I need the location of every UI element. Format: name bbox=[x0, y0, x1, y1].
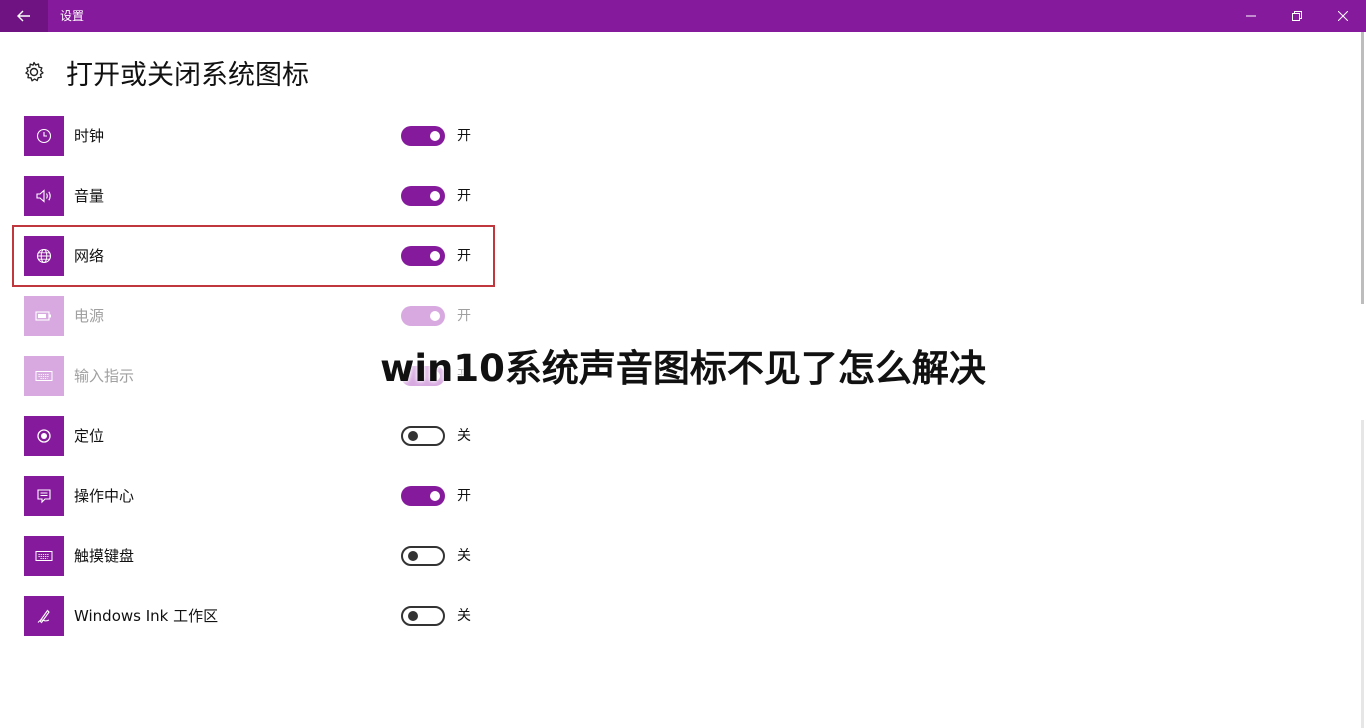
toggle-state-text: 开 bbox=[457, 128, 471, 144]
restore-icon bbox=[1292, 11, 1302, 21]
volume-icon bbox=[36, 189, 51, 203]
highlight-box bbox=[12, 225, 495, 287]
touch-keyboard-toggle[interactable] bbox=[401, 546, 445, 566]
action-center-toggle[interactable] bbox=[401, 486, 445, 506]
close-icon bbox=[1338, 11, 1348, 21]
toggle-knob bbox=[430, 311, 440, 321]
toggle-state-text: 开 bbox=[457, 488, 471, 504]
toggle-state-text: 关 bbox=[457, 548, 471, 564]
windows-ink-toggle[interactable] bbox=[401, 606, 445, 626]
page-title: 打开或关闭系统图标 bbox=[66, 59, 309, 91]
minimize-icon bbox=[1246, 15, 1256, 17]
location-toggle[interactable] bbox=[401, 426, 445, 446]
title-bar: 设置 bbox=[0, 0, 1366, 32]
setting-row-windows-ink: Windows Ink 工作区 关 bbox=[24, 596, 484, 636]
power-tile bbox=[24, 296, 64, 336]
setting-row-clock: 时钟 开 bbox=[24, 116, 484, 156]
close-button[interactable] bbox=[1320, 0, 1366, 32]
clock-icon bbox=[36, 128, 52, 144]
setting-row-touch-keyboard: 触摸键盘 关 bbox=[24, 536, 484, 576]
setting-row-power: 电源 开 bbox=[24, 296, 484, 336]
toggle-knob bbox=[408, 551, 418, 561]
clock-tile bbox=[24, 116, 64, 156]
toggle-state-text: 开 bbox=[457, 308, 471, 324]
location-icon bbox=[37, 429, 51, 443]
back-button[interactable] bbox=[0, 0, 48, 32]
windows-ink-tile bbox=[24, 596, 64, 636]
action-center-icon bbox=[37, 489, 51, 504]
window-title: 设置 bbox=[60, 9, 85, 23]
toggle-state-text: 开 bbox=[457, 188, 471, 204]
toggle-knob bbox=[430, 131, 440, 141]
overlay-caption: win10系统声音图标不见了怎么解决 bbox=[380, 347, 986, 390]
toggle-state-text: 关 bbox=[457, 608, 471, 624]
row-label: 时钟 bbox=[74, 127, 105, 145]
toggle-knob bbox=[408, 611, 418, 621]
battery-icon bbox=[35, 311, 51, 321]
clock-toggle[interactable] bbox=[401, 126, 445, 146]
touch-keyboard-tile bbox=[24, 536, 64, 576]
page-header: 打开或关闭系统图标 bbox=[22, 52, 309, 92]
toggle-knob bbox=[408, 431, 418, 441]
volume-toggle[interactable] bbox=[401, 186, 445, 206]
row-label: Windows Ink 工作区 bbox=[74, 607, 219, 625]
row-label: 定位 bbox=[74, 427, 105, 445]
row-label: 电源 bbox=[74, 307, 105, 325]
pen-icon bbox=[37, 609, 50, 624]
toggle-knob bbox=[430, 191, 440, 201]
row-label: 操作中心 bbox=[74, 487, 135, 505]
minimize-button[interactable] bbox=[1228, 0, 1274, 32]
gear-icon bbox=[25, 61, 44, 82]
scrollbar-track[interactable] bbox=[1361, 420, 1364, 728]
power-toggle[interactable] bbox=[401, 306, 445, 326]
setting-row-volume: 音量 开 bbox=[24, 176, 484, 216]
volume-tile bbox=[24, 176, 64, 216]
setting-row-action-center: 操作中心 开 bbox=[24, 476, 484, 516]
touch-keyboard-icon bbox=[35, 551, 53, 561]
back-arrow-icon bbox=[17, 10, 30, 22]
toggle-state-text: 关 bbox=[457, 428, 471, 444]
toggle-knob bbox=[430, 491, 440, 501]
location-tile bbox=[24, 416, 64, 456]
row-label: 音量 bbox=[74, 187, 105, 205]
setting-row-location: 定位 关 bbox=[24, 416, 484, 456]
scrollbar-thumb[interactable] bbox=[1361, 32, 1364, 304]
row-label: 触摸键盘 bbox=[74, 547, 135, 565]
restore-button[interactable] bbox=[1274, 0, 1320, 32]
action-center-tile bbox=[24, 476, 64, 516]
